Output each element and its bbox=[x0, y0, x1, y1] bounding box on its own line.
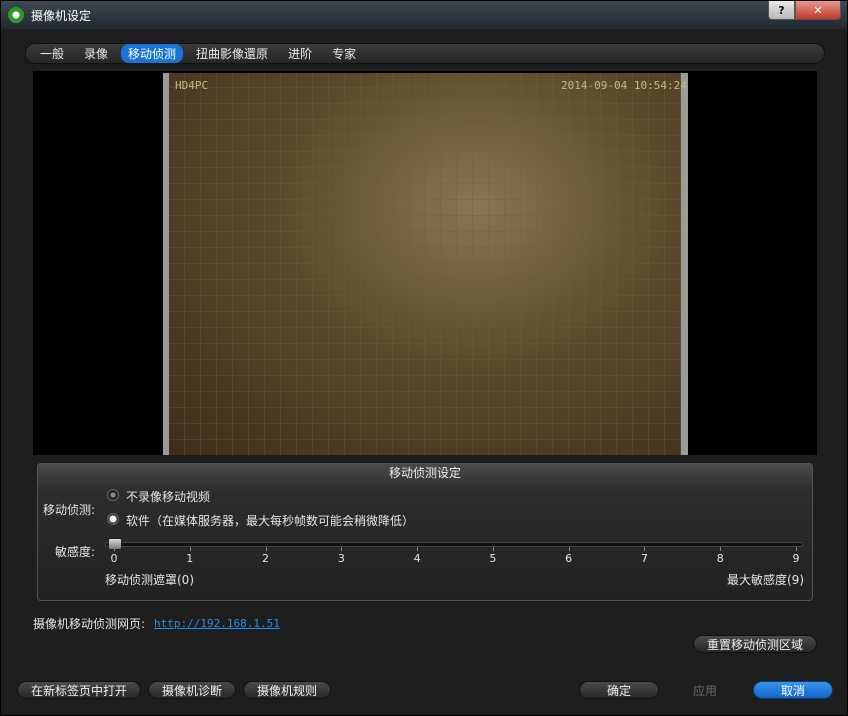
sensitivity-tick bbox=[417, 547, 419, 551]
sensitivity-tick-label: 9 bbox=[792, 552, 800, 565]
sensitivity-tick bbox=[492, 547, 494, 551]
camera-settings-window: 摄像机设定 ? ✕ 一般 录像 移动侦测 扭曲影像還原 进阶 专家 HD4PC … bbox=[0, 0, 848, 716]
app-logo-icon bbox=[8, 7, 24, 23]
camera-timestamp-overlay: 2014-09-04 10:54:24 bbox=[561, 79, 687, 92]
sensitivity-slider[interactable] bbox=[105, 542, 803, 547]
tab-expert[interactable]: 专家 bbox=[332, 44, 356, 63]
motion-settings-title: 移动侦测设定 bbox=[388, 466, 461, 480]
window-controls: ? ✕ bbox=[768, 1, 841, 20]
apply-button: 应用 bbox=[692, 683, 717, 698]
open-in-new-tab-button[interactable]: 在新标签页中打开 bbox=[17, 681, 141, 699]
tab-general[interactable]: 一般 bbox=[40, 44, 64, 63]
sensitivity-tick bbox=[568, 547, 570, 551]
sensitivity-tick-label: 0 bbox=[110, 552, 118, 565]
sensitivity-tick bbox=[265, 547, 267, 551]
sensitivity-tick-label: 4 bbox=[413, 552, 421, 565]
tab-advanced[interactable]: 进阶 bbox=[288, 44, 312, 63]
motion-webpage-label: 摄像机移动侦测网页: bbox=[33, 617, 146, 631]
min-sensitivity-caption: 移动侦测遮罩(0) bbox=[105, 573, 194, 587]
sensitivity-label: 敏感度: bbox=[55, 545, 96, 559]
camera-rules-button[interactable]: 摄像机规则 bbox=[243, 681, 331, 699]
tab-dewarp[interactable]: 扭曲影像還原 bbox=[196, 44, 268, 63]
camera-live-image[interactable] bbox=[169, 73, 681, 455]
sensitivity-tick-label: 3 bbox=[337, 552, 345, 565]
option-no-record-label[interactable]: 不录像移动视频 bbox=[126, 488, 210, 505]
sensitivity-tick bbox=[189, 547, 191, 551]
radio-software[interactable] bbox=[107, 513, 119, 525]
sensitivity-tick-label: 5 bbox=[489, 552, 497, 565]
sensitivity-tick bbox=[720, 547, 722, 551]
title-bar[interactable]: 摄像机设定 ? ✕ bbox=[1, 1, 847, 29]
camera-diagnose-button[interactable]: 摄像机诊断 bbox=[148, 681, 236, 699]
ok-button[interactable]: 确定 bbox=[579, 681, 659, 699]
sensitivity-slider-thumb[interactable] bbox=[108, 538, 122, 550]
sensitivity-tick-label: 1 bbox=[186, 552, 194, 565]
close-button[interactable]: ✕ bbox=[795, 1, 841, 20]
sensitivity-tick bbox=[114, 547, 115, 551]
sensitivity-tick-label: 7 bbox=[640, 552, 648, 565]
motion-detection-label: 移动侦测: bbox=[43, 503, 96, 517]
motion-webpage-link[interactable]: http://192.168.1.51 bbox=[154, 617, 280, 630]
sensitivity-tick bbox=[796, 547, 797, 551]
tab-recording[interactable]: 录像 bbox=[84, 44, 108, 63]
sensitivity-tick bbox=[341, 547, 343, 551]
sensitivity-tick-label: 6 bbox=[565, 552, 573, 565]
camera-model-overlay: HD4PC bbox=[175, 79, 209, 92]
tab-motion-detection[interactable]: 移动侦测 bbox=[121, 44, 184, 63]
radio-no-record[interactable] bbox=[107, 489, 119, 501]
sensitivity-tick-label: 8 bbox=[716, 552, 724, 565]
help-button[interactable]: ? bbox=[768, 1, 795, 20]
settings-tab-bar: 一般 录像 移动侦测 扭曲影像還原 进阶 专家 bbox=[25, 43, 825, 64]
option-software-label[interactable]: 软件（在媒体服务器，最大每秒帧数可能会稍微降低） bbox=[126, 512, 414, 529]
sensitivity-tick bbox=[644, 547, 646, 551]
max-sensitivity-caption: 最大敏感度(9) bbox=[727, 573, 804, 587]
sensitivity-tick-label: 2 bbox=[262, 552, 270, 565]
cancel-button[interactable]: 取消 bbox=[753, 681, 833, 699]
window-title: 摄像机设定 bbox=[31, 9, 92, 23]
reset-motion-area-button[interactable]: 重置移动侦测区域 bbox=[693, 635, 817, 653]
